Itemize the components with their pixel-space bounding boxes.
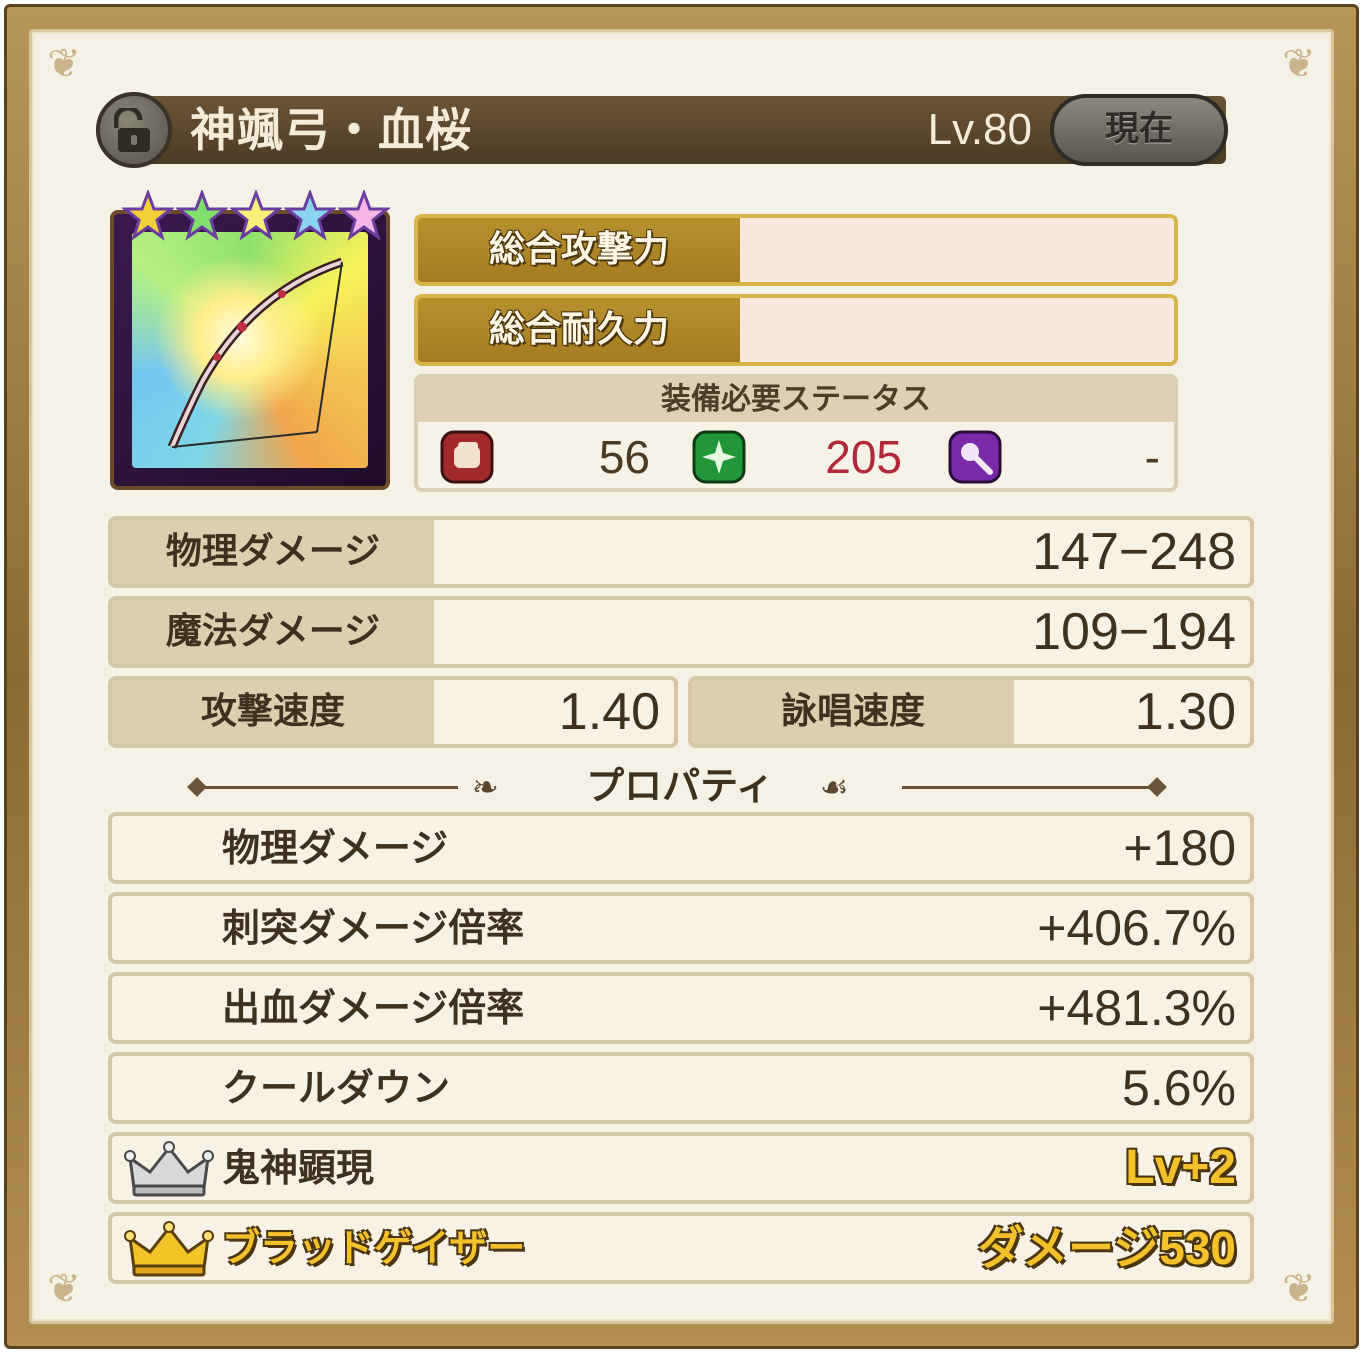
total-attack-row: 総合攻撃力	[414, 214, 1178, 286]
corner-ornament-icon: ❦	[47, 1266, 81, 1312]
star-icon	[338, 190, 390, 241]
property-section-header: ❧ プロパティ ☙	[187, 760, 1170, 816]
property-name: 物理ダメージ	[222, 826, 449, 870]
physical-damage-row: 物理ダメージ 147−248	[108, 516, 1254, 588]
skill-row[interactable]: ブラッドゲイザー ダメージ530	[108, 1212, 1254, 1284]
property-value: 5.6%	[1122, 1060, 1236, 1116]
requirements-title: 装備必要ステータス	[418, 378, 1174, 422]
attack-speed-value: 1.40	[558, 683, 660, 741]
weapon-icon-frame[interactable]	[110, 210, 390, 490]
unlock-icon	[114, 108, 150, 152]
divider-line	[200, 786, 458, 789]
item-name: 神颯弓・血桜	[190, 103, 472, 157]
property-row: 出血ダメージ倍率 +481.3%	[108, 972, 1254, 1044]
property-name: 刺突ダメージ倍率	[222, 906, 525, 950]
fist-icon	[440, 430, 494, 484]
magic-damage-value: 109−194	[1032, 603, 1236, 661]
divider-line	[902, 786, 1160, 789]
corner-ornament-icon: ❦	[1282, 41, 1316, 87]
item-level: Lv.80	[927, 105, 1032, 154]
diamond-ornament-icon	[1147, 777, 1167, 797]
star-icon	[122, 190, 174, 241]
star-icon	[230, 190, 282, 241]
green-star-icon	[692, 430, 746, 484]
property-name: クールダウン	[222, 1066, 451, 1110]
star-icon	[176, 190, 228, 241]
skill-name: 鬼神顕現	[222, 1146, 375, 1190]
attack-speed-label: 攻撃速度	[112, 680, 434, 744]
corner-ornament-icon: ❦	[47, 41, 81, 87]
bow-icon	[132, 232, 368, 468]
property-name: 出血ダメージ倍率	[222, 986, 525, 1030]
corner-ornament-icon: ❦	[1282, 1266, 1316, 1312]
requirement-strength-value: 56	[598, 431, 650, 483]
skill-name: ブラッドゲイザー	[222, 1226, 526, 1270]
property-value: +180	[1123, 820, 1236, 876]
physical-damage-label: 物理ダメージ	[112, 520, 434, 584]
total-attack-label: 総合攻撃力	[418, 218, 740, 282]
cast-speed-row: 詠唱速度 1.30	[688, 676, 1254, 748]
requirement-intelligence-value: -	[1144, 431, 1160, 483]
physical-damage-value: 147−248	[1032, 523, 1236, 581]
gold-crown-icon	[124, 1221, 214, 1277]
current-button[interactable]: 現在	[1050, 94, 1228, 166]
silver-crown-icon	[124, 1141, 214, 1197]
star-icon	[284, 190, 336, 241]
total-durability-label: 総合耐久力	[418, 298, 740, 362]
property-row: 刺突ダメージ倍率 +406.7%	[108, 892, 1254, 964]
magic-damage-row: 魔法ダメージ 109−194	[108, 596, 1254, 668]
rarity-stars	[122, 190, 390, 246]
property-row: 物理ダメージ +180	[108, 812, 1254, 884]
requirement-dexterity-value: 205	[825, 431, 902, 483]
flourish-ornament-icon: ❧	[472, 768, 499, 806]
property-value: +406.7%	[1037, 900, 1236, 956]
total-durability-row: 総合耐久力	[414, 294, 1178, 366]
lock-toggle-button[interactable]	[96, 92, 172, 168]
cast-speed-value: 1.30	[1134, 683, 1236, 741]
flourish-ornament-icon: ☙	[820, 768, 849, 806]
property-title: プロパティ	[586, 764, 774, 808]
skill-row[interactable]: 鬼神顕現 Lv+2	[108, 1132, 1254, 1204]
magic-staff-icon	[948, 430, 1002, 484]
property-value: +481.3%	[1037, 980, 1236, 1036]
skill-value: ダメージ530	[977, 1222, 1236, 1274]
skill-value: Lv+2	[1125, 1141, 1236, 1194]
attack-speed-row: 攻撃速度 1.40	[108, 676, 678, 748]
property-row: クールダウン 5.6%	[108, 1052, 1254, 1124]
requirements-panel: 装備必要ステータス 56 205 -	[414, 374, 1178, 492]
magic-damage-label: 魔法ダメージ	[112, 600, 434, 664]
cast-speed-label: 詠唱速度	[692, 680, 1014, 744]
